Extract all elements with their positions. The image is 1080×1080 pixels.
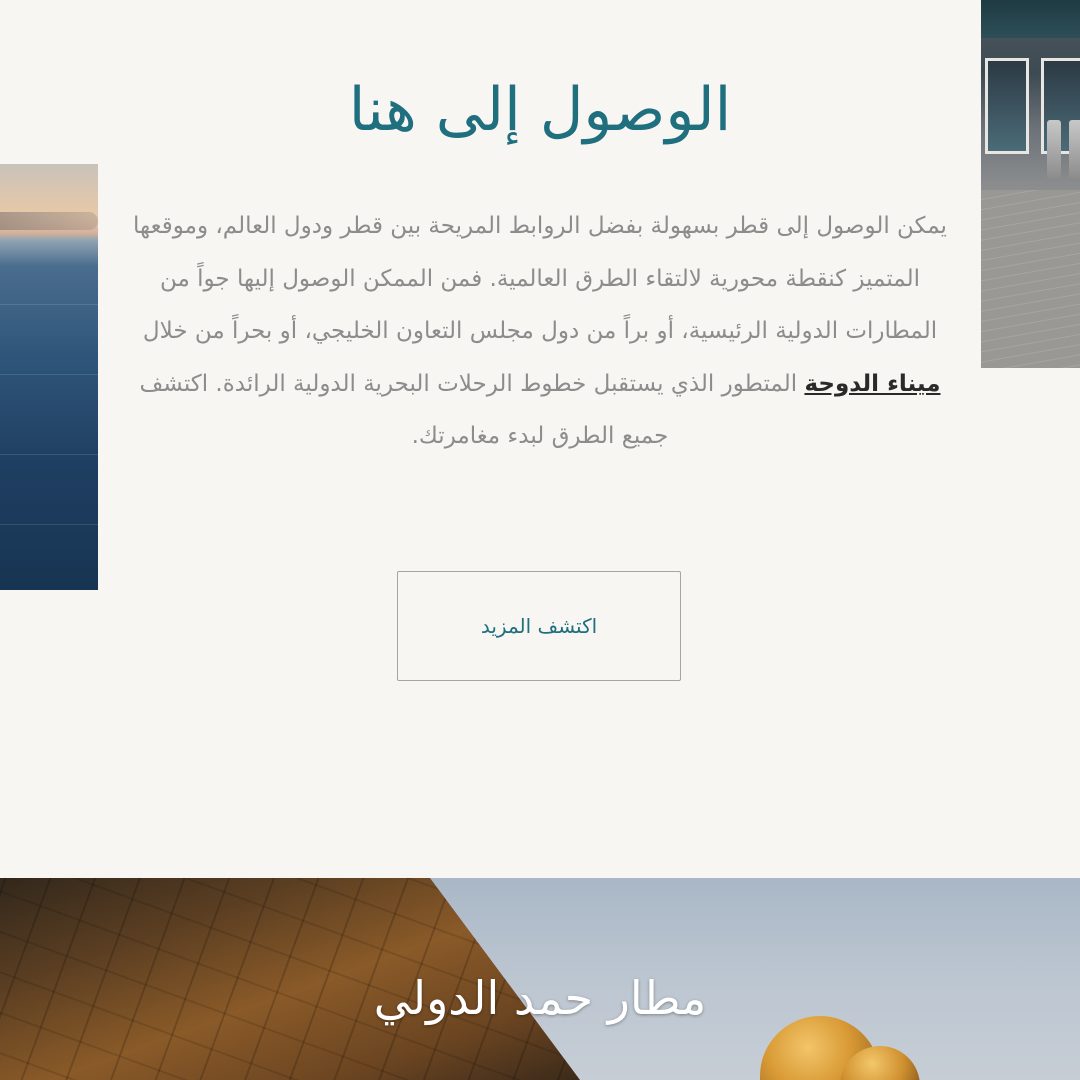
- wave-line: [0, 374, 98, 375]
- station-floor: [981, 190, 1080, 368]
- section-title: الوصول إلى هنا: [348, 75, 732, 145]
- station-roof: [981, 0, 1080, 38]
- wave-line: [0, 304, 98, 305]
- description-text: المتطور الذي يستقبل خطوط الرحلات البحرية…: [139, 370, 805, 450]
- wave-line: [0, 524, 98, 525]
- wave-line: [0, 454, 98, 455]
- station-image: [981, 0, 1080, 368]
- airport-banner[interactable]: مطار حمد الدولي: [0, 878, 1080, 1080]
- discover-more-button[interactable]: اكتشف المزيد: [397, 571, 681, 681]
- airport-banner-title: مطار حمد الدولي: [373, 971, 707, 1025]
- cloud-shape: [0, 212, 98, 230]
- section-description: يمكن الوصول إلى قطر بسهولة بفضل الروابط …: [122, 200, 958, 463]
- description-text: يمكن الوصول إلى قطر بسهولة بفضل الروابط …: [133, 213, 947, 344]
- doha-port-link[interactable]: ميناء الدوحة: [804, 371, 940, 397]
- sea-image: [0, 164, 98, 590]
